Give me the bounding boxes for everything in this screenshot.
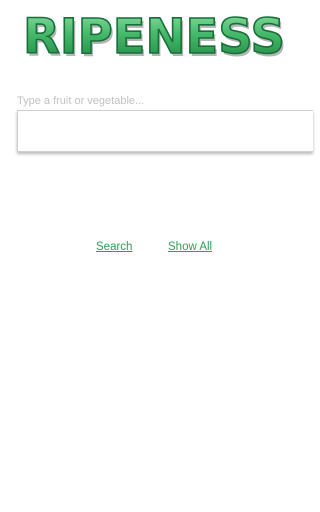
app-screen: RIPENESS RIPENESS Type a fruit or vegeta…: [0, 0, 313, 512]
search-link[interactable]: Search: [96, 241, 132, 253]
show-all-link[interactable]: Show All: [168, 241, 212, 253]
search-input[interactable]: [18, 111, 313, 151]
app-logo: RIPENESS RIPENESS: [20, 6, 290, 68]
logo-text: RIPENESS: [23, 9, 285, 65]
search-hint-label: Type a fruit or vegetable...: [17, 95, 145, 107]
search-field[interactable]: [17, 110, 313, 152]
